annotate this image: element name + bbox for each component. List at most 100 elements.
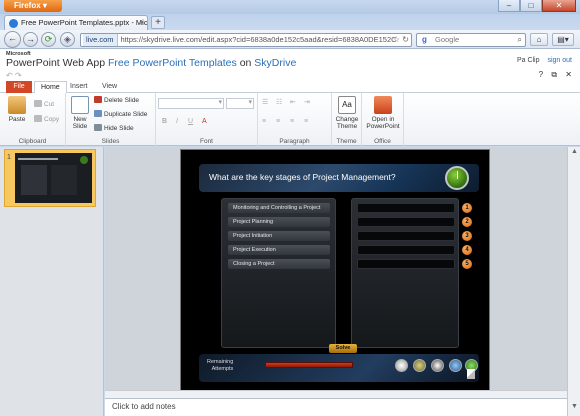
notes-pane[interactable]: Click to add notes [105, 398, 567, 416]
close-window-icon[interactable]: ✕ [542, 0, 576, 12]
help-icon[interactable]: ? [539, 70, 543, 79]
decrease-indent-icon[interactable]: ⇤ [290, 98, 296, 106]
hide-slide-button[interactable]: Hide Slide [94, 124, 134, 133]
office-group: Open in PowerPoint Office [362, 93, 404, 146]
solve-button[interactable]: Solve [329, 344, 357, 353]
answer-slot[interactable] [357, 231, 455, 241]
scroll-down-icon[interactable]: ▼ [569, 403, 580, 414]
justify-icon[interactable]: ≡ [304, 118, 308, 125]
bullets-icon[interactable]: ☰ [262, 98, 268, 106]
tab-insert[interactable]: Insert [64, 81, 94, 93]
user-name[interactable]: Pa Clip [517, 57, 540, 64]
stage-item[interactable]: Project Initiation [228, 231, 330, 241]
search-placeholder: Google [435, 35, 460, 44]
popout-icon[interactable]: ⧉ [551, 70, 557, 79]
stage-item[interactable]: Monitoring and Controlling a Project [228, 203, 330, 213]
on-word: on [239, 57, 252, 69]
address-bar[interactable]: live.com https://skydrive.live.com/edit.a… [80, 33, 412, 47]
browser-tab[interactable]: Free PowerPoint Templates.pptx - Micro..… [4, 15, 148, 30]
underline-button[interactable]: U [188, 118, 193, 125]
vertical-scrollbar[interactable]: ▲ ▼ [567, 147, 580, 416]
answer-slot[interactable] [357, 217, 455, 227]
slide-thumbnail-1[interactable] [4, 149, 96, 207]
back-arrow-icon[interactable]: ← [4, 31, 21, 48]
lightbulb-hint-icon[interactable] [395, 359, 408, 372]
answer-slot[interactable] [357, 259, 455, 269]
tab-file[interactable]: File [6, 81, 32, 93]
tab-close-icon[interactable]: × [139, 18, 144, 27]
app-name: PowerPoint Web App [6, 57, 106, 69]
google-engine-icon[interactable]: g [419, 35, 430, 45]
new-slide-button[interactable]: New Slide [66, 96, 94, 130]
user-links: Pa Clip sign out [517, 57, 572, 64]
hide-slide-icon [94, 124, 102, 131]
forward-arrow-icon[interactable]: → [23, 32, 38, 47]
site-identity[interactable]: live.com [83, 34, 118, 46]
tab-view[interactable]: View [96, 81, 123, 93]
increase-indent-icon[interactable]: ⇥ [304, 98, 310, 106]
new-tab-icon[interactable]: + [151, 16, 165, 29]
remaining-label-1: Remaining [207, 359, 234, 365]
open-in-label-2: PowerPoint [366, 123, 400, 130]
clipboard-group: Paste Cut Copy Clipboard [0, 93, 66, 146]
timer-control-icon[interactable] [413, 359, 426, 372]
paragraph-group-label: Paragraph [279, 138, 310, 145]
close-app-icon[interactable]: ✕ [565, 70, 572, 79]
firefox-menu-button[interactable]: Firefox ▾ [4, 0, 62, 12]
security-shield-icon[interactable]: ◈ [60, 32, 75, 47]
font-color-button[interactable]: A [202, 118, 207, 125]
document-name-link[interactable]: Free PowerPoint Templates [108, 57, 237, 69]
bookmark-star-icon[interactable]: ☆ [393, 35, 400, 44]
redo-icon[interactable]: ↷ [15, 71, 22, 80]
sign-out-link[interactable]: sign out [547, 57, 572, 64]
thumbnail-left-panel [21, 165, 47, 195]
attempts-bar [265, 362, 353, 368]
open-in-powerpoint-button[interactable]: Open in PowerPoint [364, 96, 402, 130]
stage-item[interactable]: Project Planning [228, 217, 330, 227]
font-size-combo[interactable] [226, 98, 254, 109]
thumbnail-preview [15, 153, 92, 203]
reload-icon[interactable]: ⟳ [41, 32, 56, 47]
order-number-badge: 4 [462, 245, 472, 255]
new-slide-label-2: Slide [72, 123, 88, 130]
search-bar[interactable]: g Google ⌕ [416, 33, 526, 47]
cut-button[interactable]: Cut [34, 100, 54, 109]
maximize-icon[interactable]: □ [520, 0, 542, 12]
align-left-icon[interactable]: ≡ [262, 118, 266, 125]
font-name-combo[interactable] [158, 98, 224, 109]
align-right-icon[interactable]: ≡ [290, 118, 294, 125]
slide-number: 1 [7, 154, 11, 161]
numbering-icon[interactable]: ☷ [276, 98, 282, 106]
skydrive-link[interactable]: SkyDrive [254, 57, 296, 69]
align-center-icon[interactable]: ≡ [276, 118, 280, 125]
slide[interactable]: What are the key stages of Project Manag… [180, 149, 490, 391]
save-control-icon[interactable] [449, 359, 462, 372]
paste-button[interactable]: Paste [3, 96, 31, 123]
delete-slide-button[interactable]: Delete Slide [94, 96, 139, 105]
italic-button[interactable]: I [176, 118, 178, 125]
powerpoint-icon [374, 96, 392, 114]
bold-button[interactable]: B [162, 118, 167, 125]
scroll-up-icon[interactable]: ▲ [569, 148, 580, 159]
answer-slot[interactable] [357, 245, 455, 255]
firefox-menu-label: Firefox [14, 1, 41, 10]
home-icon[interactable]: ⌂ [530, 33, 548, 46]
search-icon[interactable]: ⌕ [518, 34, 522, 46]
stage-item[interactable]: Closing a Project [228, 259, 330, 269]
new-slide-label-1: New [73, 116, 87, 123]
thumbnail-clock [80, 156, 88, 164]
skydrive-favicon-icon [9, 19, 18, 28]
duplicate-slide-button[interactable]: Duplicate Slide [94, 110, 147, 119]
copy-button[interactable]: Copy [34, 115, 59, 124]
undo-icon[interactable]: ↶ [6, 71, 13, 80]
horizontal-scrollbar[interactable] [105, 390, 567, 398]
bookmarks-menu-icon[interactable]: ▤▾ [552, 33, 574, 46]
back-control-icon[interactable] [431, 359, 444, 372]
paste-label: Paste [8, 116, 26, 123]
reload-page-icon[interactable]: ↻ [402, 35, 409, 44]
change-theme-button[interactable]: Aa Change Theme [333, 96, 361, 130]
order-number-badge: 5 [462, 259, 472, 269]
minimize-icon[interactable]: – [498, 0, 520, 12]
answer-slot[interactable] [357, 203, 455, 213]
stage-item[interactable]: Project Execution [228, 245, 330, 255]
